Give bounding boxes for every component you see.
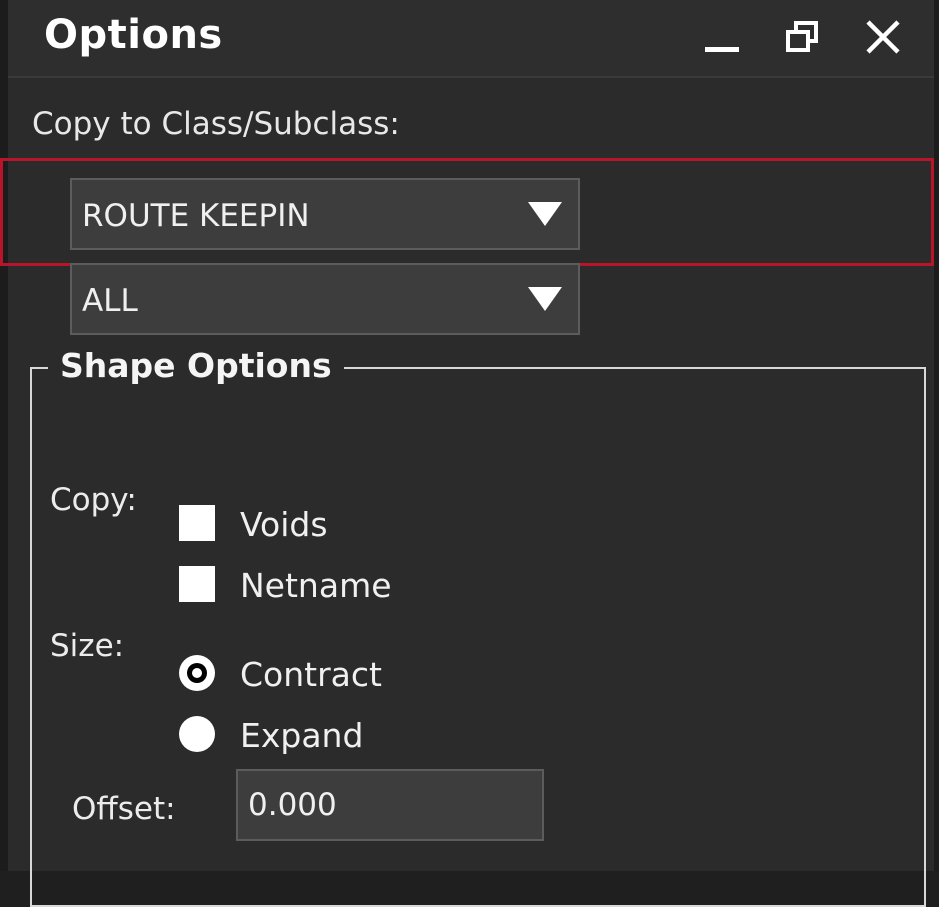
restore-button[interactable] <box>778 12 828 62</box>
panel-left-edge <box>0 0 8 871</box>
close-button[interactable] <box>858 12 908 62</box>
offset-label: Offset: <box>72 791 176 827</box>
voids-label[interactable]: Voids <box>240 505 328 544</box>
netname-label[interactable]: Netname <box>240 566 392 605</box>
expand-label[interactable]: Expand <box>240 716 363 755</box>
voids-checkbox[interactable] <box>179 505 215 541</box>
minimize-icon <box>705 47 739 52</box>
copy-label: Copy: <box>50 482 137 518</box>
subclass-dropdown-value: ALL <box>82 283 138 319</box>
contract-label[interactable]: Contract <box>240 655 382 694</box>
contract-radio[interactable] <box>179 655 215 691</box>
copy-to-class-label: Copy to Class/Subclass: <box>32 106 400 142</box>
offset-input[interactable] <box>236 769 544 841</box>
shape-options-title: Shape Options <box>48 346 344 385</box>
restore-icon <box>786 21 818 52</box>
close-icon <box>866 20 900 54</box>
title-bar[interactable]: Options <box>8 0 934 78</box>
subclass-dropdown[interactable]: ALL <box>70 263 580 335</box>
highlight-box <box>0 158 934 266</box>
panel-right-edge <box>934 0 939 871</box>
chevron-down-icon <box>528 287 562 311</box>
expand-radio[interactable] <box>179 716 215 752</box>
netname-checkbox[interactable] <box>179 566 215 602</box>
options-panel: Options Copy to Class/Subclass: ROUTE KE… <box>0 0 939 907</box>
size-label: Size: <box>50 628 125 664</box>
minimize-button[interactable] <box>698 12 748 62</box>
window-title: Options <box>44 12 223 58</box>
